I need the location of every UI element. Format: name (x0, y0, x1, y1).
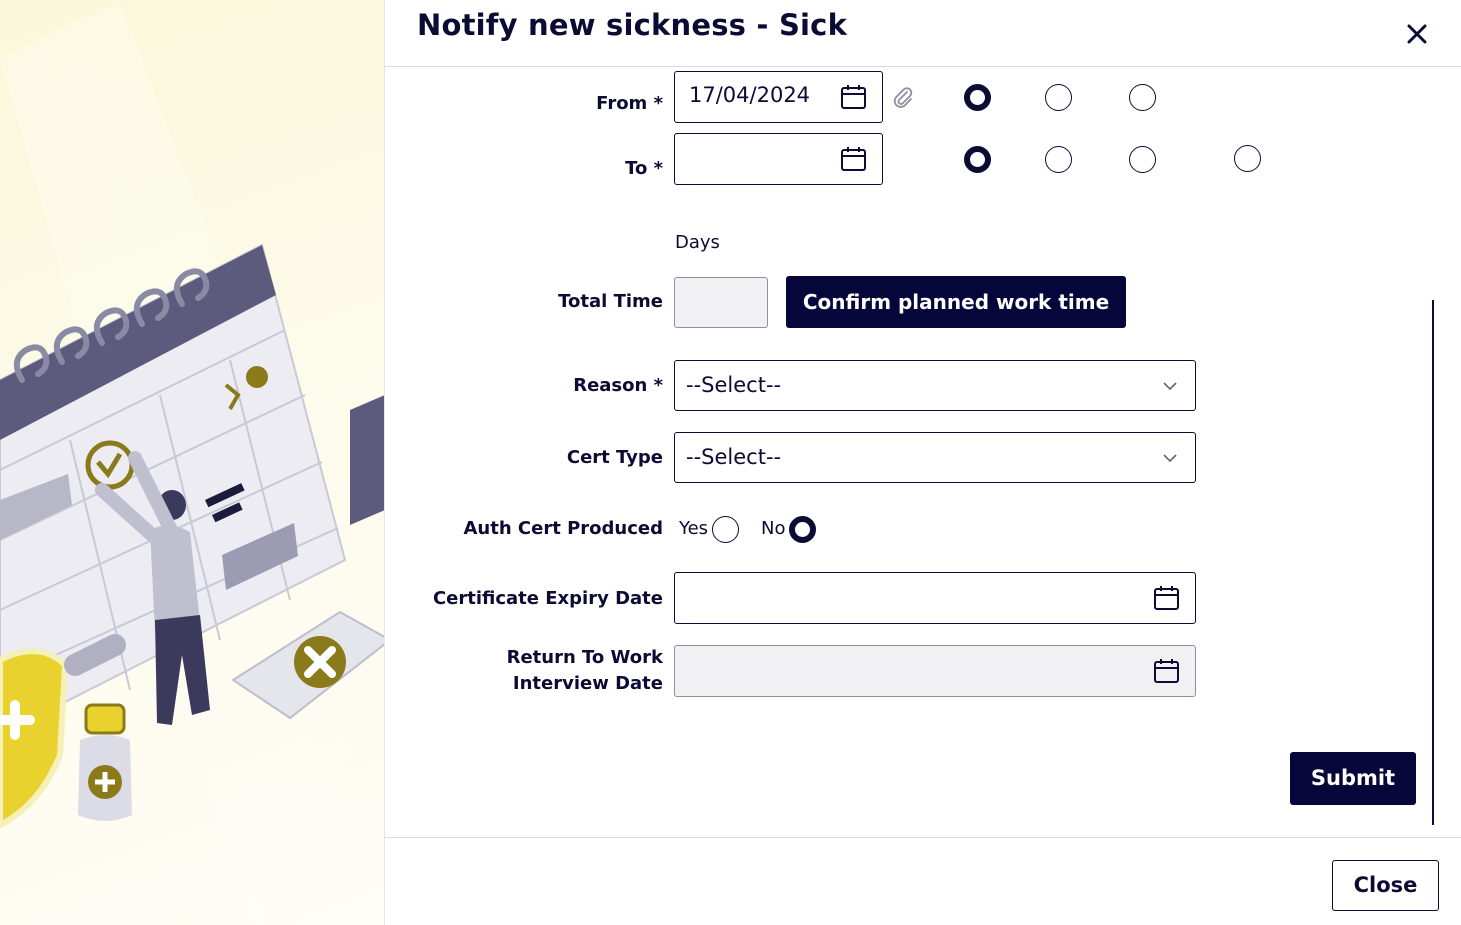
chevron-down-icon (1163, 382, 1177, 391)
days-label: Days (675, 232, 720, 253)
to-date-field[interactable] (674, 133, 883, 185)
certificate-expiry-date-label: Certificate Expiry Date (432, 588, 663, 609)
calendar-icon[interactable] (840, 146, 867, 173)
chevron-down-icon (1163, 454, 1177, 463)
to-option-radio-1[interactable] (964, 146, 991, 173)
to-option-radio-3[interactable] (1129, 146, 1156, 173)
close-button[interactable]: Close (1332, 860, 1439, 911)
reason-select[interactable]: --Select-- (674, 360, 1196, 411)
to-label: To * (625, 158, 663, 179)
close-icon[interactable] (1403, 20, 1431, 48)
return-to-work-label-line2: Interview Date (512, 673, 663, 694)
sickness-illustration (0, 0, 385, 925)
total-time-field[interactable] (674, 277, 768, 328)
calendar-illustration (0, 0, 384, 925)
to-option-radio-2[interactable] (1045, 146, 1072, 173)
auth-cert-no-label: No (761, 518, 786, 539)
calendar-icon (1154, 659, 1179, 683)
dialog-title: Notify new sickness - Sick (417, 8, 848, 42)
notify-sickness-dialog: Notify new sickness - Sick From * 17/04/… (385, 0, 1461, 925)
from-option-radio-3[interactable] (1129, 84, 1156, 111)
to-option-radio-4[interactable] (1234, 145, 1261, 172)
auth-cert-no-radio[interactable] (789, 516, 816, 543)
from-label: From * (596, 93, 663, 114)
paperclip-icon[interactable] (892, 86, 914, 108)
reason-label: Reason * (573, 375, 663, 396)
from-option-radio-1[interactable] (964, 84, 991, 111)
submit-button[interactable]: Submit (1290, 752, 1416, 805)
dialog-header: Notify new sickness - Sick (385, 0, 1461, 67)
auth-cert-produced-label: Auth Cert Produced (463, 518, 664, 539)
return-to-work-label-line1: Return To Work (506, 647, 663, 668)
auth-cert-yes-radio[interactable] (712, 516, 739, 543)
calendar-icon[interactable] (1153, 585, 1180, 612)
dialog-footer (385, 837, 1461, 925)
certificate-expiry-date-field[interactable] (674, 572, 1196, 624)
total-time-label: Total Time (558, 291, 663, 312)
from-option-radio-2[interactable] (1045, 84, 1072, 111)
from-date-field[interactable]: 17/04/2024 (674, 71, 883, 123)
cert-type-select-value: --Select-- (686, 445, 782, 469)
auth-cert-yes-label: Yes (679, 518, 709, 539)
calendar-icon[interactable] (840, 84, 867, 111)
cert-type-label: Cert Type (566, 447, 663, 468)
return-to-work-interview-date-field (674, 645, 1196, 697)
reason-select-value: --Select-- (686, 373, 782, 397)
from-date-value: 17/04/2024 (689, 83, 811, 107)
scrollbar[interactable] (1432, 300, 1434, 825)
confirm-planned-work-time-button[interactable]: Confirm planned work time (786, 276, 1126, 328)
cert-type-select[interactable]: --Select-- (674, 432, 1196, 483)
